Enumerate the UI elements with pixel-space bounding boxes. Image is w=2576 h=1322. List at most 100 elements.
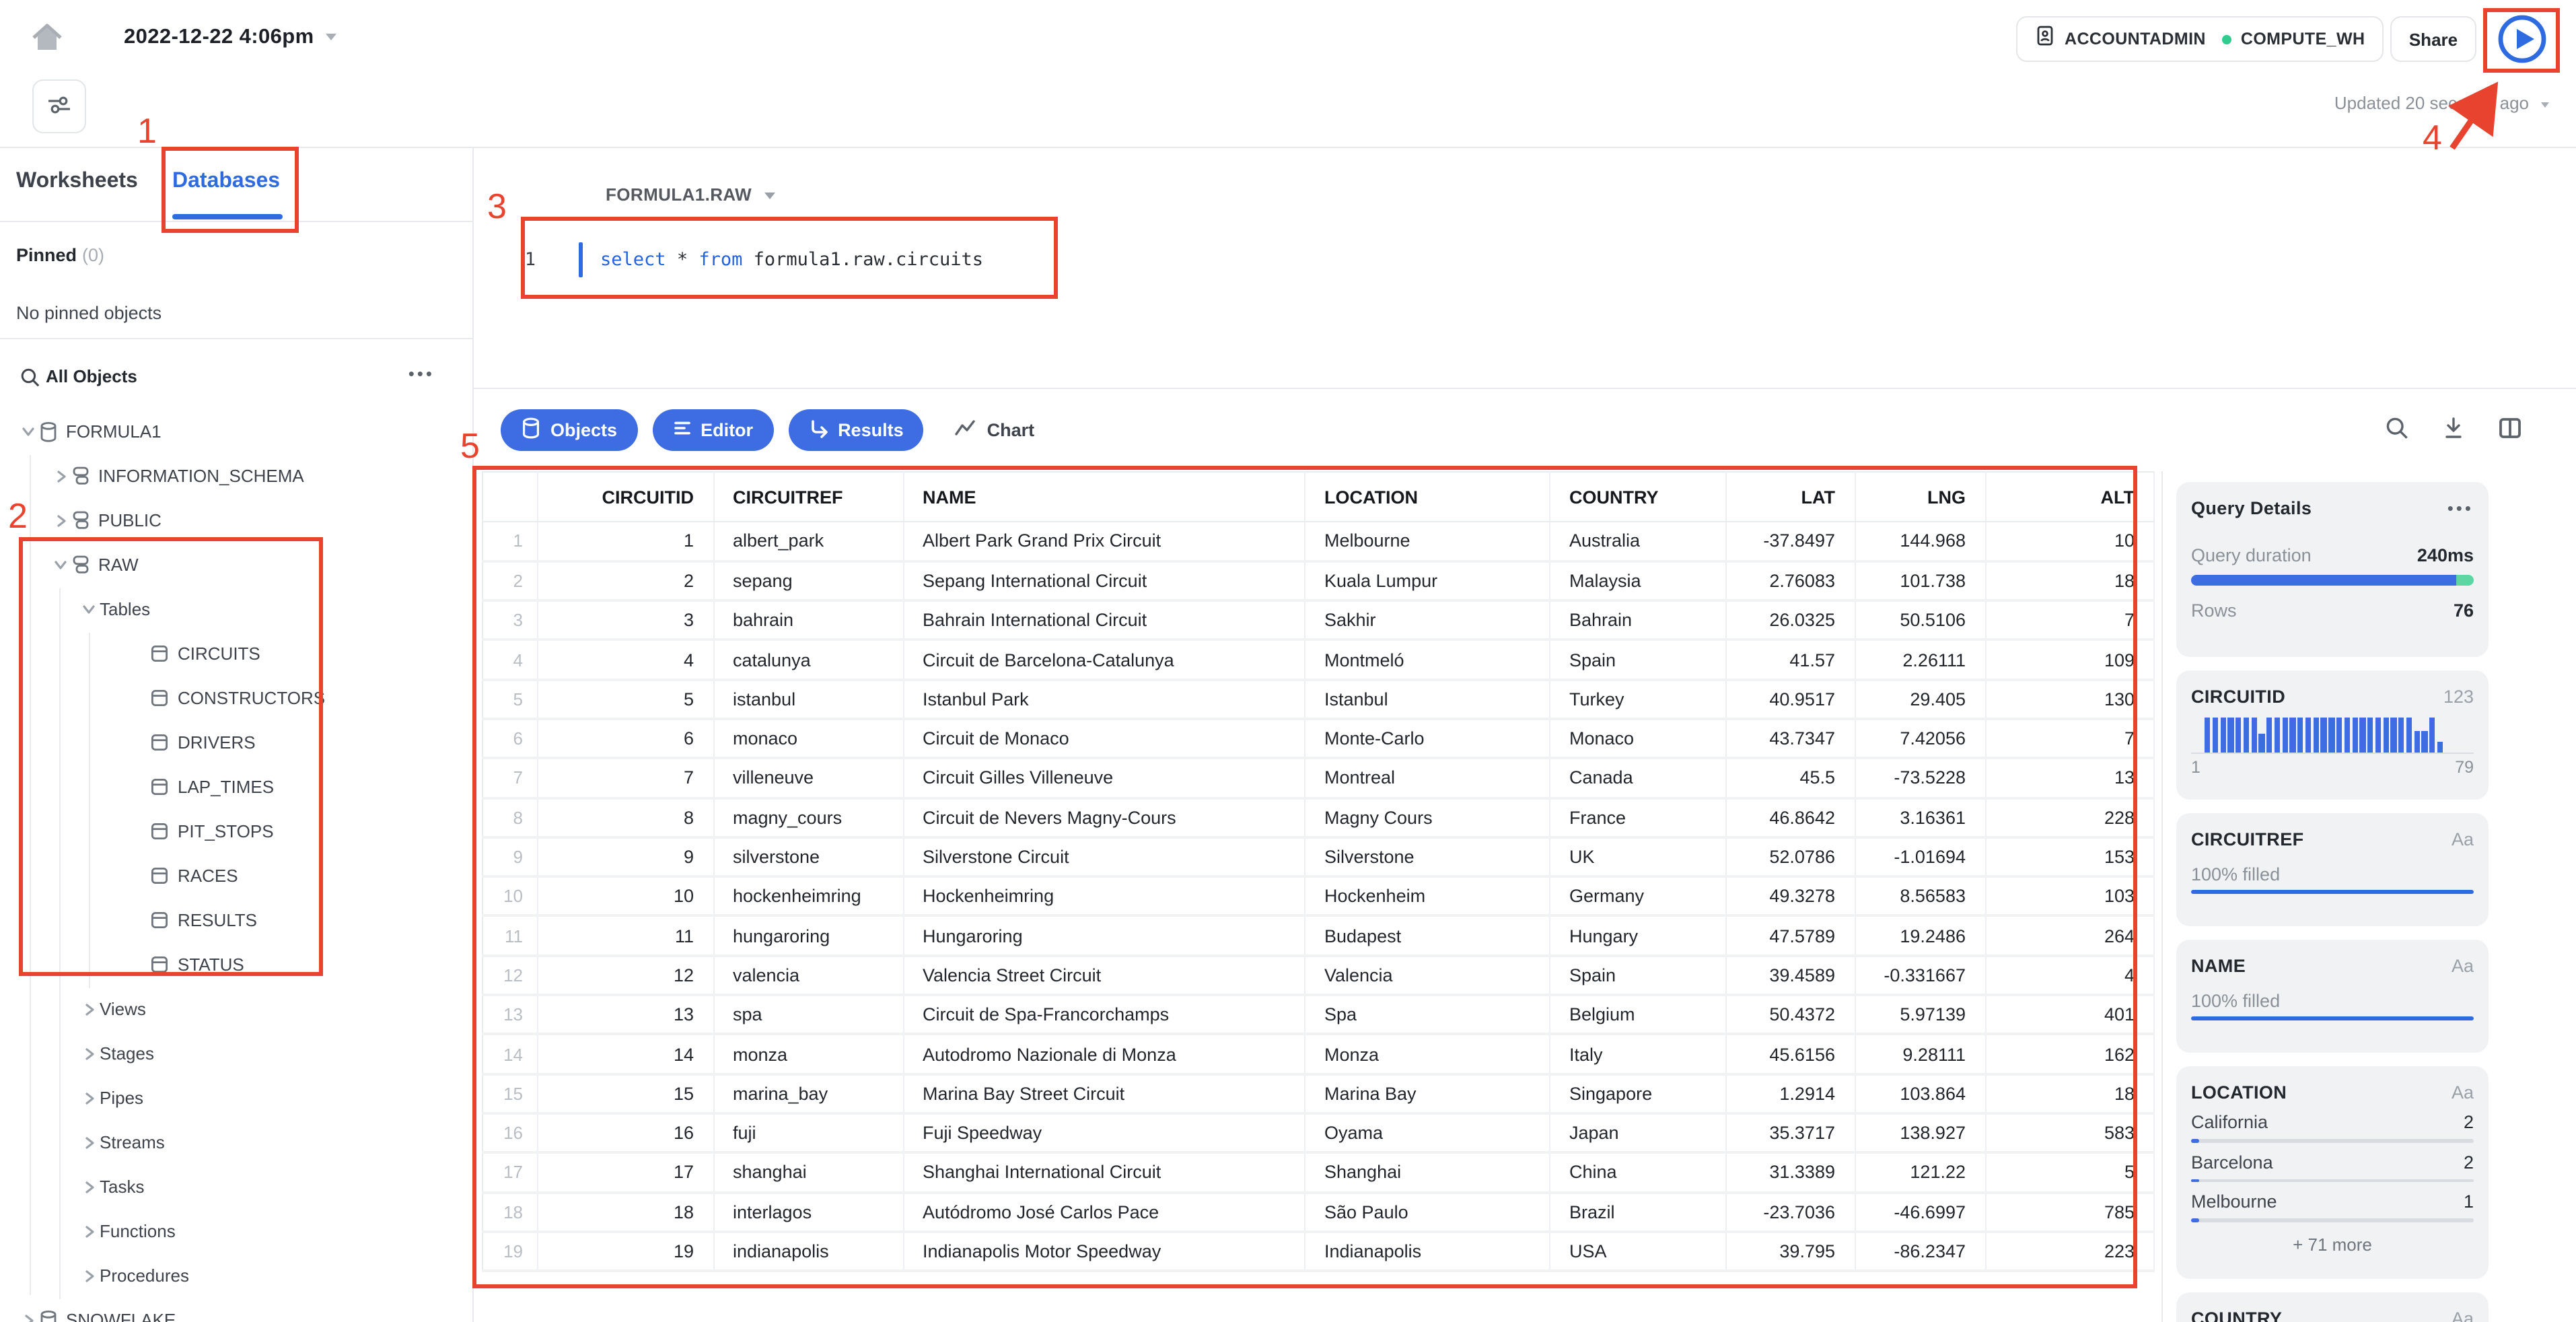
sidebar-item-stages[interactable]: Stages <box>0 1031 472 1076</box>
sidebar-item-status[interactable]: STATUS <box>0 942 472 987</box>
table-cell[interactable]: istanbul <box>713 679 904 720</box>
table-cell[interactable]: Kuala Lumpur <box>1305 561 1550 602</box>
table-cell[interactable]: Hockenheim <box>1305 876 1550 917</box>
column-stat-card-circuitref[interactable]: CIRCUITREF Aa 100% filled <box>2176 813 2489 926</box>
table-cell[interactable]: Montmeló <box>1305 639 1550 681</box>
table-cell[interactable]: Australia <box>1550 522 1727 563</box>
column-header-LOCATION[interactable]: LOCATION <box>1305 472 1550 522</box>
table-cell[interactable]: 31.3389 <box>1726 1152 1855 1194</box>
table-cell[interactable]: 13 <box>1985 758 2155 800</box>
column-header-LAT[interactable]: LAT <box>1726 472 1855 522</box>
table-cell[interactable]: 7 <box>1985 600 2155 641</box>
table-cell[interactable]: Autodromo Nazionale di Monza <box>903 1034 1305 1076</box>
table-cell[interactable]: USA <box>1550 1231 1727 1273</box>
location-value-row[interactable]: Melbourne 1 <box>2191 1191 2474 1222</box>
table-cell[interactable]: 401 <box>1985 995 2155 1036</box>
table-cell[interactable]: 26.0325 <box>1726 600 1855 641</box>
table-cell[interactable]: Japan <box>1550 1113 1727 1154</box>
objects-menu-button[interactable]: ••• <box>408 363 435 384</box>
table-row[interactable]: 6 6 monaco Circuit de Monaco Monte-Carlo Mona… <box>482 718 2155 760</box>
object-search[interactable]: All Objects ••• <box>0 361 472 396</box>
table-cell[interactable]: -73.5228 <box>1855 758 1986 800</box>
table-row[interactable]: 12 12 valencia Valencia Street Circuit Valen… <box>482 955 2155 997</box>
sidebar-item-raw[interactable]: RAW <box>0 543 472 587</box>
show-more-values[interactable]: + 71 more <box>2191 1234 2474 1254</box>
sidebar-item-streams[interactable]: Streams <box>0 1120 472 1164</box>
context-selector[interactable]: ACCOUNTADMIN COMPUTE_WH <box>2016 16 2384 62</box>
table-cell[interactable]: Shanghai International Circuit <box>903 1152 1305 1194</box>
table-row[interactable]: 13 13 spa Circuit de Spa-Francorchamps Spa Be… <box>482 995 2155 1036</box>
table-cell[interactable]: Monza <box>1305 1034 1550 1076</box>
table-cell[interactable]: Circuit de Spa-Francorchamps <box>903 995 1305 1036</box>
table-cell[interactable]: 3.16361 <box>1855 798 1986 839</box>
table-cell[interactable]: 2.76083 <box>1726 561 1855 602</box>
chevron-down-icon[interactable] <box>50 559 71 571</box>
table-cell[interactable]: Silverstone <box>1305 837 1550 878</box>
table-cell[interactable]: indianapolis <box>713 1231 904 1273</box>
table-cell[interactable]: 7 <box>1985 718 2155 760</box>
table-cell[interactable]: 109 <box>1985 639 2155 681</box>
table-cell[interactable]: shanghai <box>713 1152 904 1194</box>
table-cell[interactable]: monza <box>713 1034 904 1076</box>
table-cell[interactable]: Turkey <box>1550 679 1727 720</box>
column-header-LNG[interactable]: LNG <box>1855 472 1986 522</box>
chevron-right-icon[interactable] <box>78 1091 100 1105</box>
table-cell[interactable]: UK <box>1550 837 1727 878</box>
table-cell[interactable]: 19 <box>537 1231 714 1273</box>
table-cell[interactable]: 46.8642 <box>1726 798 1855 839</box>
tab-chart[interactable]: Chart <box>955 419 1034 442</box>
table-cell[interactable]: 223 <box>1985 1231 2155 1273</box>
table-cell[interactable]: Germany <box>1550 876 1727 917</box>
sidebar-item-pit_stops[interactable]: PIT_STOPS <box>0 809 472 854</box>
table-cell[interactable]: Circuit de Barcelona-Catalunya <box>903 639 1305 681</box>
sidebar-item-formula1[interactable]: FORMULA1 <box>0 409 472 454</box>
table-cell[interactable]: Belgium <box>1550 995 1727 1036</box>
table-cell[interactable]: Circuit Gilles Villeneuve <box>903 758 1305 800</box>
table-cell[interactable]: 7.42056 <box>1855 718 1986 760</box>
filters-button[interactable] <box>32 79 86 133</box>
table-cell[interactable]: 52.0786 <box>1726 837 1855 878</box>
table-cell[interactable]: 35.3717 <box>1726 1113 1855 1154</box>
sidebar-item-results[interactable]: RESULTS <box>0 898 472 942</box>
table-cell[interactable]: -86.2347 <box>1855 1231 1986 1273</box>
run-query-button[interactable] <box>2490 11 2554 70</box>
card-menu-button[interactable]: ••• <box>2447 498 2474 518</box>
table-row[interactable]: 5 5 istanbul Istanbul Park Istanbul Turkey 40.… <box>482 679 2155 720</box>
table-cell[interactable]: 9 <box>537 837 714 878</box>
table-cell[interactable]: Canada <box>1550 758 1727 800</box>
sidebar-item-snowflake[interactable]: SNOWFLAKE <box>0 1298 472 1322</box>
column-header-COUNTRY[interactable]: COUNTRY <box>1550 472 1727 522</box>
column-stat-card-circuitid[interactable]: CIRCUITID 123 1 79 <box>2176 670 2489 800</box>
table-cell[interactable]: Shanghai <box>1305 1152 1550 1194</box>
table-cell[interactable]: Indianapolis Motor Speedway <box>903 1231 1305 1273</box>
table-cell[interactable]: Singapore <box>1550 1074 1727 1115</box>
sidebar-item-tables[interactable]: Tables <box>0 587 472 631</box>
column-stat-card-country[interactable]: COUNTRY Aa <box>2176 1292 2489 1322</box>
chevron-down-icon[interactable] <box>78 603 100 615</box>
table-row[interactable]: 14 14 monza Autodromo Nazionale di Monza Mon… <box>482 1034 2155 1076</box>
table-cell[interactable]: Hungaroring <box>903 915 1305 957</box>
table-cell[interactable]: Montreal <box>1305 758 1550 800</box>
table-row[interactable]: 9 9 silverstone Silverstone Circuit Silverst… <box>482 837 2155 878</box>
table-cell[interactable]: Silverstone Circuit <box>903 837 1305 878</box>
column-header-NAME[interactable]: NAME <box>903 472 1305 522</box>
table-cell[interactable]: Malaysia <box>1550 561 1727 602</box>
table-cell[interactable]: Brazil <box>1550 1192 1727 1233</box>
table-cell[interactable]: Circuit de Nevers Magny-Cours <box>903 798 1305 839</box>
sidebar-item-constructors[interactable]: CONSTRUCTORS <box>0 676 472 720</box>
table-cell[interactable]: 1 <box>537 522 714 563</box>
table-cell[interactable]: Spain <box>1550 955 1727 997</box>
sidebar-item-circuits[interactable]: CIRCUITS <box>0 631 472 676</box>
table-cell[interactable]: 5 <box>537 679 714 720</box>
table-cell[interactable]: Monte-Carlo <box>1305 718 1550 760</box>
table-cell[interactable]: 101.738 <box>1855 561 1986 602</box>
table-row[interactable]: 16 16 fuji Fuji Speedway Oyama Japan 35.3717 13… <box>482 1113 2155 1154</box>
table-cell[interactable]: Sakhir <box>1305 600 1550 641</box>
chevron-right-icon[interactable] <box>78 1136 100 1149</box>
table-cell[interactable]: fuji <box>713 1113 904 1154</box>
table-cell[interactable]: -46.6997 <box>1855 1192 1986 1233</box>
split-panel-button[interactable] <box>2493 413 2528 448</box>
table-cell[interactable]: 3 <box>537 600 714 641</box>
chevron-right-icon[interactable] <box>78 1002 100 1016</box>
column-header-ALT[interactable]: ALT <box>1985 472 2155 522</box>
